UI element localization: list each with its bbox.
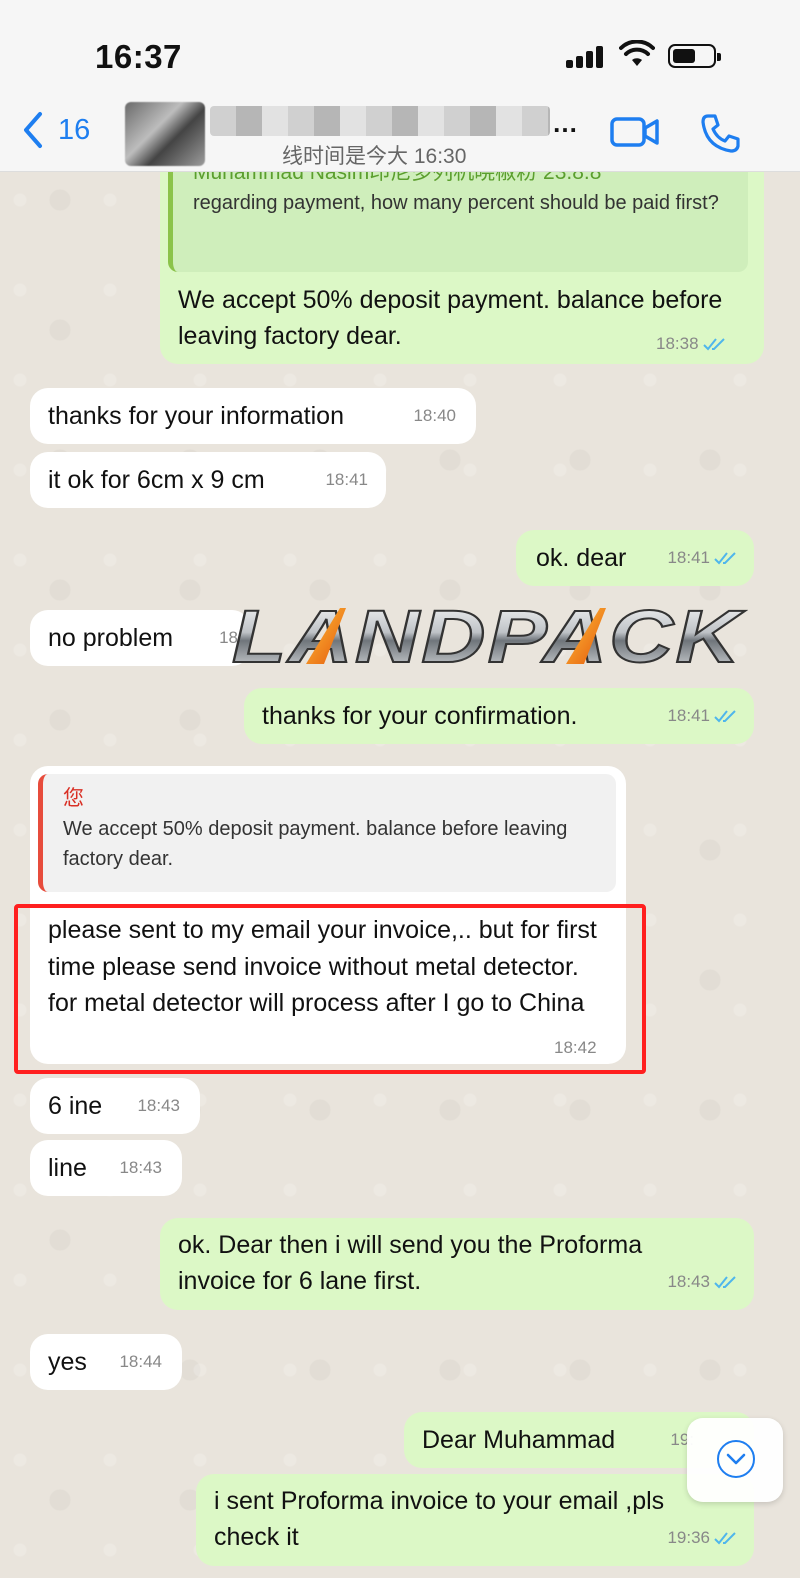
- message-text: We accept 50% deposit payment. balance b…: [178, 286, 723, 350]
- quoted-text: We accept 50% deposit payment. balance b…: [63, 818, 568, 870]
- contact-name-ellipsis: …: [552, 108, 578, 138]
- read-receipt-icon: [714, 552, 736, 565]
- cellular-signal-icon: [566, 46, 606, 68]
- read-receipt-icon: [702, 338, 725, 351]
- message-incoming[interactable]: 6 ine 18:43: [30, 1078, 200, 1134]
- message-time: 18:43: [137, 1096, 180, 1115]
- message-incoming[interactable]: line 18:43: [30, 1140, 182, 1196]
- contact-avatar[interactable]: [125, 102, 205, 166]
- read-receipt-icon: [714, 1532, 736, 1545]
- last-seen-status: 线时间是今大 16:30: [282, 145, 467, 168]
- message-text: line: [48, 1154, 87, 1182]
- read-receipt-icon: [714, 710, 736, 723]
- message-meta: 18:43: [667, 1264, 738, 1300]
- quoted-author: Muhammad Nasim印尼多列机晓椒粉 23.8.8: [193, 172, 602, 184]
- quoted-reply[interactable]: Muhammad Nasim印尼多列机晓椒粉 23.8.8 regarding …: [168, 172, 748, 272]
- chevron-left-icon: [24, 112, 42, 148]
- message-meta: 19:36: [667, 1520, 738, 1556]
- message-text: yes: [48, 1348, 87, 1376]
- message-text: i sent Proforma invoice to your email ,p…: [214, 1487, 665, 1551]
- clock: 16:37: [95, 38, 182, 75]
- message-outgoing[interactable]: i sent Proforma invoice to your email ,p…: [196, 1474, 754, 1566]
- message-meta: 18:41: [667, 540, 738, 576]
- message-incoming[interactable]: no problem 18: [30, 610, 250, 666]
- message-time: 18:43: [119, 1158, 162, 1177]
- chat-header: 16 … 线时间是今大 16:30: [0, 100, 800, 172]
- message-text: 6 ine: [48, 1092, 103, 1120]
- contact-name-blurred[interactable]: [210, 106, 550, 136]
- message-meta: 18:41: [667, 698, 738, 734]
- battery-icon: [668, 44, 721, 68]
- message-time: 18:41: [325, 470, 368, 489]
- message-time: 18:40: [413, 406, 456, 425]
- quoted-author: 您: [63, 787, 84, 810]
- chevron-down-icon: [726, 1453, 746, 1465]
- landpack-logo-watermark: LANDPACK: [231, 598, 744, 672]
- message-incoming[interactable]: thanks for your information 18:40: [30, 388, 476, 444]
- message-meta: 18:38: [656, 334, 727, 354]
- highlight-annotation-box: [14, 904, 646, 1074]
- message-time: 18:44: [119, 1352, 162, 1371]
- message-time: 18:41: [667, 706, 710, 725]
- message-outgoing[interactable]: thanks for your confirmation. 18:41: [244, 688, 754, 744]
- quoted-text: regarding payment, how many percent shou…: [193, 192, 719, 214]
- message-text: Dear Muhammad: [422, 1426, 616, 1454]
- video-call-icon[interactable]: [610, 114, 660, 150]
- status-bar: 16:37: [0, 0, 800, 100]
- read-receipt-icon: [714, 1276, 736, 1289]
- message-incoming[interactable]: it ok for 6cm x 9 cm 18:41: [30, 452, 386, 508]
- back-unread-count: 16: [58, 113, 91, 146]
- message-text: it ok for 6cm x 9 cm: [48, 466, 265, 494]
- message-time: 18:43: [667, 1272, 710, 1291]
- message-text: ok. Dear then i will send you the Profor…: [178, 1231, 643, 1295]
- message-time: 18:38: [656, 334, 699, 353]
- message-text: no problem: [48, 624, 174, 652]
- back-button[interactable]: 16: [20, 110, 90, 150]
- message-incoming[interactable]: yes 18:44: [30, 1334, 182, 1390]
- quoted-reply[interactable]: 您 We accept 50% deposit payment. balance…: [38, 774, 616, 892]
- scroll-to-bottom-button[interactable]: [687, 1418, 783, 1502]
- message-outgoing[interactable]: ok. dear 18:41: [516, 530, 754, 586]
- wifi-icon: [619, 40, 655, 66]
- message-text: thanks for your information: [48, 402, 344, 430]
- message-text: thanks for your confirmation.: [262, 702, 578, 730]
- message-time: 19:36: [667, 1528, 710, 1547]
- phone-call-icon[interactable]: [700, 112, 742, 154]
- message-text: ok. dear: [536, 544, 627, 572]
- message-outgoing[interactable]: ok. Dear then i will send you the Profor…: [160, 1218, 754, 1310]
- message-time: 18:41: [667, 548, 710, 567]
